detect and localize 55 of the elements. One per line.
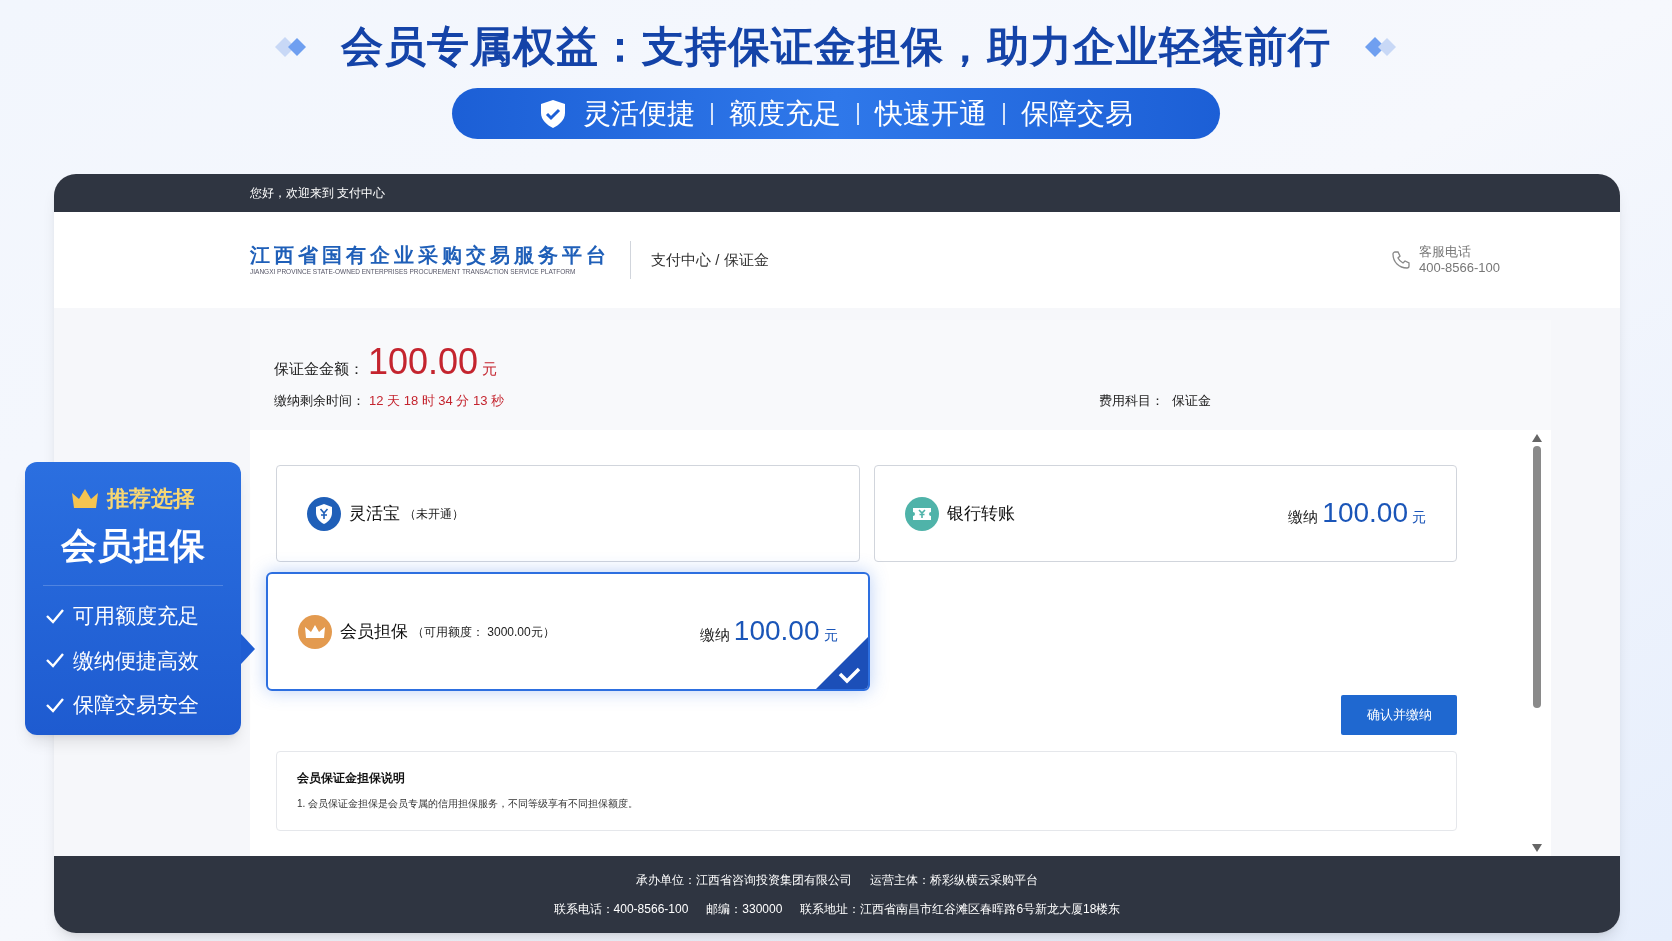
countdown-label: 缴纳剩余时间： — [274, 391, 365, 410]
phone-icon — [1391, 250, 1412, 270]
promo-tag: 推荐选择 — [107, 482, 195, 515]
amount-unit: 元 — [482, 359, 498, 379]
promo-point: 保障交易安全 — [73, 692, 199, 718]
pointer-icon — [241, 634, 255, 664]
fee-value: 保证金 — [1172, 391, 1211, 410]
check-icon — [45, 651, 65, 670]
shield-check-icon — [539, 98, 567, 129]
scrollbar-thumb[interactable] — [1533, 446, 1541, 708]
notes-text: 1. 会员保证金担保是会员专属的信用担保服务，不同等级享有不同担保额度。 — [297, 797, 640, 811]
payment-option-card[interactable]: 会员担保 （可用额度： 3000.00元） 缴纳 100.00 元 — [266, 572, 870, 691]
countdown-value: 12 天 18 时 34 分 13 秒 — [369, 391, 505, 410]
ticket-icon — [904, 496, 939, 531]
promo-point: 可用额度充足 — [73, 603, 199, 629]
amount-value: 100.00 — [368, 344, 479, 380]
promo-point: 缴纳便捷高效 — [73, 647, 199, 674]
footer-text: 运营主体：桥彩纵横云采购平台 — [870, 872, 1038, 889]
crown-icon — [71, 487, 99, 510]
pay-amount: 100.00 — [733, 616, 820, 645]
feature-label: 快速开通 — [875, 96, 987, 131]
scroll-down-icon[interactable] — [1532, 844, 1542, 852]
pay-unit: 元 — [823, 625, 838, 645]
pay-label: 缴纳 — [699, 624, 730, 645]
pay-label: 缴纳 — [1288, 506, 1319, 527]
footer-text: 邮编：330000 — [706, 901, 783, 918]
feature-label: 额度充足 — [729, 96, 841, 131]
payment-option-card[interactable]: 银行转账 缴纳 100.00 元 — [873, 465, 1457, 562]
amount-label: 保证金金额： — [274, 359, 364, 379]
notes-title: 会员保证金担保说明 — [297, 770, 406, 787]
option-note: （未开通） — [404, 505, 464, 523]
hotline-label: 客服电话 — [1419, 243, 1473, 260]
greeting-text: 您好，欢迎来到 支付中心 — [250, 185, 386, 202]
option-note: （可用额度： 3000.00元） — [412, 623, 555, 641]
platform-name: 江西省国有企业采购交易服务平台 — [250, 244, 610, 265]
headline: 会员专属权益：支持保证金担保，助力企业轻装前行 — [340, 26, 1332, 68]
promo-title: 会员担保 — [43, 519, 223, 586]
footer-text: 承办单位：江西省咨询投资集团有限公司 — [636, 872, 852, 889]
option-name: 灵活宝 — [349, 502, 400, 525]
feature-label: 灵活便捷 — [583, 96, 695, 131]
breadcrumb: 支付中心 / 保证金 — [651, 249, 769, 270]
crown-icon — [298, 614, 332, 649]
footer-text: 联系地址：江西省南昌市红谷滩区春晖路6号新龙大厦18楼东 — [800, 901, 1121, 918]
hotline-number: 400-8566-100 — [1419, 260, 1500, 277]
option-name: 会员担保 — [340, 620, 408, 643]
payment-option-card[interactable]: 灵活宝 （未开通） — [276, 465, 860, 562]
option-name: 银行转账 — [946, 502, 1015, 525]
shield-icon — [307, 496, 341, 531]
footer-text: 联系电话：400-8566-100 — [553, 901, 689, 918]
fee-label: 费用科目： — [1099, 391, 1164, 410]
feature-label: 保障交易 — [1021, 96, 1133, 131]
scroll-up-icon[interactable] — [1532, 434, 1542, 442]
pay-amount: 100.00 — [1322, 498, 1408, 527]
confirm-pay-button[interactable]: 确认并缴纳 — [1341, 695, 1457, 735]
pay-unit: 元 — [1412, 507, 1426, 527]
